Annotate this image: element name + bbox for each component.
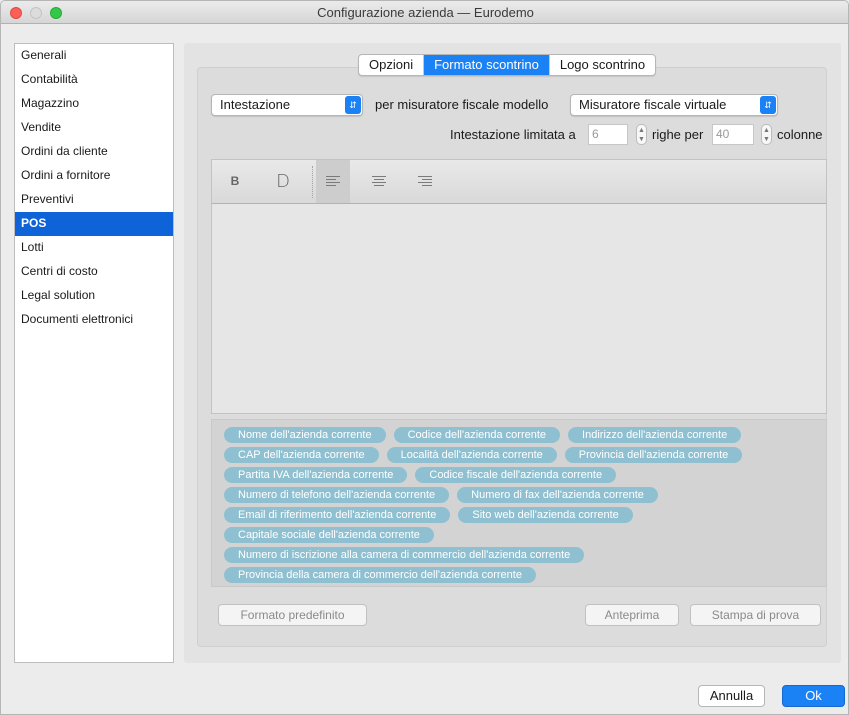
align-left-icon [326, 176, 340, 188]
sidebar-item-vendite[interactable]: Vendite [15, 116, 173, 140]
cols-stepper[interactable]: ▲ ▼ [761, 124, 772, 145]
token-partita-iva[interactable]: Partita IVA dell'azienda corrente [224, 467, 408, 483]
model-select[interactable]: Misuratore fiscale virtuale ⇵ [570, 94, 778, 116]
minimize-window-button[interactable] [30, 7, 42, 19]
align-center-icon [372, 176, 386, 188]
bold-button[interactable]: B [218, 160, 252, 203]
sidebar-item-generali[interactable]: Generali [15, 44, 173, 68]
model-label: per misuratore fiscale modello [375, 97, 549, 112]
sidebar: Generali Contabilità Magazzino Vendite O… [14, 43, 174, 663]
section-select-value: Intestazione [220, 97, 291, 112]
toolbar-divider [312, 166, 313, 198]
cancel-button[interactable]: Annulla [698, 685, 765, 707]
close-window-button[interactable] [10, 7, 22, 19]
sidebar-item-contabilita[interactable]: Contabilità [15, 68, 173, 92]
preview-button[interactable]: Anteprima [585, 604, 679, 626]
cols-label: colonne [777, 127, 823, 142]
align-left-button[interactable] [316, 160, 350, 203]
token-row: Email di riferimento dell'azienda corren… [224, 506, 818, 526]
tab-formato-scontrino[interactable]: Formato scontrino [424, 55, 550, 75]
chevron-updown-icon: ⇵ [760, 96, 776, 114]
zoom-window-button[interactable] [50, 7, 62, 19]
token-telefono[interactable]: Numero di telefono dell'azienda corrente [224, 487, 450, 503]
token-row: Provincia della camera di commercio dell… [224, 566, 818, 586]
test-print-button[interactable]: Stampa di prova [690, 604, 821, 626]
token-provincia-camera-commercio[interactable]: Provincia della camera di commercio dell… [224, 567, 536, 583]
token-email[interactable]: Email di riferimento dell'azienda corren… [224, 507, 451, 523]
token-row: Partita IVA dell'azienda corrente Codice… [224, 466, 818, 486]
token-fax[interactable]: Numero di fax dell'azienda corrente [457, 487, 658, 503]
align-right-icon [418, 176, 432, 188]
token-capitale-sociale[interactable]: Capitale sociale dell'azienda corrente [224, 527, 434, 543]
receipt-text-editor[interactable] [211, 204, 827, 414]
token-sito-web[interactable]: Sito web dell'azienda corrente [458, 507, 633, 523]
title-bar: Configurazione azienda — Eurodemo [1, 1, 848, 24]
sidebar-item-magazzino[interactable]: Magazzino [15, 92, 173, 116]
sidebar-item-pos[interactable]: POS [15, 212, 173, 236]
config-window: Configurazione azienda — Eurodemo Genera… [0, 0, 849, 715]
sidebar-item-lotti[interactable]: Lotti [15, 236, 173, 260]
sidebar-item-preventivi[interactable]: Preventivi [15, 188, 173, 212]
token-cap-azienda[interactable]: CAP dell'azienda corrente [224, 447, 379, 463]
token-row: Numero di telefono dell'azienda corrente… [224, 486, 818, 506]
token-nome-azienda[interactable]: Nome dell'azienda corrente [224, 427, 386, 443]
align-right-button[interactable] [408, 160, 442, 203]
tab-opzioni[interactable]: Opzioni [359, 55, 425, 75]
default-format-button[interactable]: Formato predefinito [218, 604, 367, 626]
sidebar-item-documenti-elettronici[interactable]: Documenti elettronici [15, 308, 173, 332]
tab-bar: Opzioni Formato scontrino Logo scontrino [358, 54, 657, 76]
token-iscrizione-camera-commercio[interactable]: Numero di iscrizione alla camera di comm… [224, 547, 585, 563]
sidebar-item-ordini-fornitore[interactable]: Ordini a fornitore [15, 164, 173, 188]
double-height-button[interactable]: D [266, 160, 300, 203]
token-localita-azienda[interactable]: Località dell'azienda corrente [386, 447, 557, 463]
cols-field[interactable]: 40 [712, 124, 754, 145]
chevron-updown-icon: ⇵ [345, 96, 361, 114]
token-row: Numero di iscrizione alla camera di comm… [224, 546, 818, 566]
limits-label: Intestazione limitata a [450, 127, 576, 142]
window-title: Configurazione azienda — Eurodemo [317, 5, 534, 20]
token-row: Capitale sociale dell'azienda corrente [224, 526, 818, 546]
rows-label: righe per [652, 127, 704, 142]
align-center-button[interactable] [362, 160, 396, 203]
token-codice-azienda[interactable]: Codice dell'azienda corrente [393, 427, 561, 443]
section-select[interactable]: Intestazione ⇵ [211, 94, 363, 116]
format-toolbar: B D [211, 159, 827, 204]
model-select-value: Misuratore fiscale virtuale [579, 97, 727, 112]
token-codice-fiscale[interactable]: Codice fiscale dell'azienda corrente [415, 467, 617, 483]
sidebar-item-centri-costo[interactable]: Centri di costo [15, 260, 173, 284]
rows-field[interactable]: 6 [588, 124, 628, 145]
ok-button[interactable]: Ok [782, 685, 845, 707]
placeholder-tokens: Nome dell'azienda corrente Codice dell'a… [211, 419, 827, 587]
sidebar-item-ordini-cliente[interactable]: Ordini da cliente [15, 140, 173, 164]
token-provincia-azienda[interactable]: Provincia dell'azienda corrente [564, 447, 743, 463]
token-row: Nome dell'azienda corrente Codice dell'a… [224, 426, 818, 446]
token-row: CAP dell'azienda corrente Località dell'… [224, 446, 818, 466]
sidebar-item-legal-solution[interactable]: Legal solution [15, 284, 173, 308]
rows-stepper[interactable]: ▲ ▼ [636, 124, 647, 145]
tab-logo-scontrino[interactable]: Logo scontrino [550, 55, 655, 75]
token-indirizzo-azienda[interactable]: Indirizzo dell'azienda corrente [568, 427, 742, 443]
